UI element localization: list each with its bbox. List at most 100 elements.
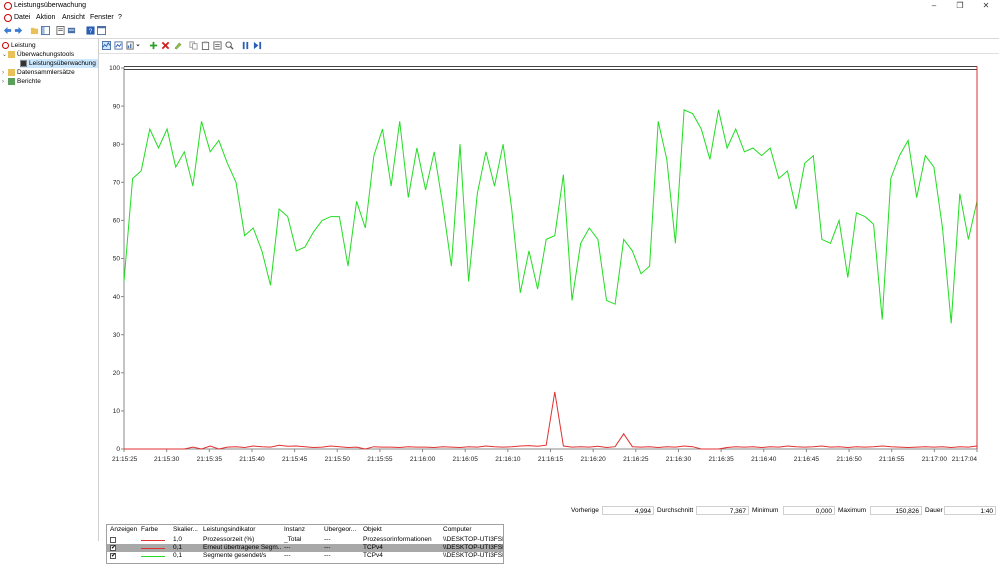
change-graph-type-icon[interactable] [126,41,135,50]
stat-label-durchschnitt: Durchschnitt [657,507,694,514]
object-cell: TCPv4 [363,544,383,551]
series-line [124,391,978,450]
back-arrow-icon[interactable] [3,26,12,35]
monitor-toolbar [99,39,999,54]
x-tick-label: 21:15:45 [282,456,308,463]
stat-value-minimum: 0,000 [783,506,835,515]
performance-icon [2,41,9,49]
instance-cell: --- [284,552,291,559]
y-tick-label: 70 [113,180,121,187]
parent-cell: --- [324,552,331,559]
table-row[interactable]: ✔ 0,1 Segmente gesendet/s --- --- TCPv4 … [107,552,503,560]
update-data-icon[interactable] [253,41,262,50]
tree-item-berichte[interactable]: › Berichte [2,77,41,86]
parent-cell: --- [324,536,331,543]
forward-arrow-icon[interactable] [14,26,23,35]
x-tick-label: 21:16:05 [453,456,479,463]
column-header-objekt[interactable]: Objekt [363,526,439,534]
tree-item-leistungsueberwachung[interactable]: Leistungsüberwachung [20,59,98,68]
counter-cell: Segmente gesendet/s [203,552,267,559]
scale-cell: 1,0 [173,536,183,543]
column-header-farbe[interactable]: Farbe [141,526,169,534]
y-tick-label: 90 [113,103,121,110]
x-tick-label: 21:16:20 [580,456,606,463]
y-tick-label: 0 [116,446,120,453]
color-swatch [141,556,165,557]
series-line [123,109,978,324]
show-checkbox[interactable] [110,537,116,543]
folder-icon [8,50,15,58]
tree-item-datensammlersaetze[interactable]: › Datensammlersätze [2,68,75,77]
scale-cell: 0,1 [173,552,183,559]
y-tick-label: 80 [113,141,121,148]
stat-label-minimum: Minimum [752,507,779,514]
close-icon[interactable]: ✕ [973,0,999,12]
table-row[interactable]: ✔ 0,1 Erneut übertragene Segm... --- ---… [107,544,503,552]
parent-cell: --- [324,544,331,551]
show-checkbox[interactable]: ✔ [110,553,116,559]
column-header-leistungsindikator[interactable]: Leistungsindikator [203,526,281,534]
menu-help[interactable]: ? [118,13,122,23]
monitor-chart-icon [20,59,27,67]
paste-counter-list-icon[interactable] [201,41,210,50]
color-swatch [141,548,165,549]
computer-cell: \\DESKTOP-UTI3FSK [443,536,503,543]
y-tick-label: 20 [113,370,121,377]
restore-icon[interactable]: ❐ [947,0,973,12]
graph-type-dropdown-icon[interactable] [135,41,141,50]
minimize-icon[interactable]: – [921,0,947,12]
menu-aktion[interactable]: Aktion [36,13,55,23]
x-tick-label: 21:16:45 [794,456,820,463]
x-tick-label: 21:16:15 [538,456,564,463]
show-hide-tree-icon[interactable] [41,26,50,35]
object-cell: Prozessorinformationen [363,536,432,543]
menu-fenster[interactable]: Fenster [90,13,114,23]
x-tick-label: 21:16:25 [623,456,649,463]
tree-item-leistung[interactable]: Leistung [2,41,36,50]
table-row[interactable]: 1,0 Prozessorzeit (%) _Total --- Prozess… [107,536,503,544]
up-folder-icon[interactable] [30,26,39,35]
scale-cell: 0,1 [173,544,183,551]
menu-ansicht[interactable]: Ansicht [62,13,85,23]
app-icon [4,2,12,10]
properties-sheet-icon[interactable] [213,41,222,50]
stat-value-maximum: 150,826 [870,506,922,515]
highlight-icon[interactable] [173,41,182,50]
freeze-display-icon[interactable] [241,41,250,50]
column-header-anzeigen[interactable]: Anzeigen [110,526,138,534]
view-log-data-icon[interactable] [114,41,123,50]
menu-datei[interactable]: Datei [14,13,30,23]
data-collector-icon [8,68,15,76]
menu-bar: Datei Aktion Ansicht Fenster ? [0,12,999,24]
properties-icon[interactable] [56,26,65,35]
x-tick-label: 21:15:25 [112,456,138,463]
stat-label-maximum: Maximum [838,507,867,514]
help-icon[interactable]: ? [86,26,95,35]
tree-item-ueberwachungstools[interactable]: ⌄ Überwachungstools [2,50,74,59]
column-header-instanz[interactable]: Instanz [284,526,320,534]
instance-cell: --- [284,544,291,551]
show-checkbox[interactable]: ✔ [110,545,116,551]
mmc-window-icon[interactable] [97,26,106,35]
x-tick-label: 21:16:35 [708,456,734,463]
column-header-uebergeordnet[interactable]: Übergeor... [324,526,360,534]
view-current-activity-icon[interactable] [102,41,111,50]
copy-properties-icon[interactable] [189,41,198,50]
stat-value-vorherige: 4,994 [602,506,654,515]
counter-cell: Prozessorzeit (%) [203,536,255,543]
stat-value-durchschnitt: 7,367 [696,506,749,515]
add-counter-icon[interactable] [149,41,158,50]
x-tick-label: 21:17:00 [922,456,948,463]
export-list-icon[interactable] [67,26,76,35]
svg-text:?: ? [89,28,93,35]
delete-counter-icon[interactable] [161,41,170,50]
x-tick-label: 21:15:35 [197,456,223,463]
x-tick-label: 21:15:40 [239,456,265,463]
column-header-skalierung[interactable]: Skalier... [173,526,199,534]
counter-cell: Erneut übertragene Segm... [203,544,281,551]
column-header-computer[interactable]: Computer [443,526,503,534]
zoom-icon[interactable] [225,41,234,50]
x-tick-label: 21:16:40 [751,456,777,463]
system-menu-icon[interactable] [4,14,12,22]
x-tick-label: 21:16:10 [495,456,521,463]
